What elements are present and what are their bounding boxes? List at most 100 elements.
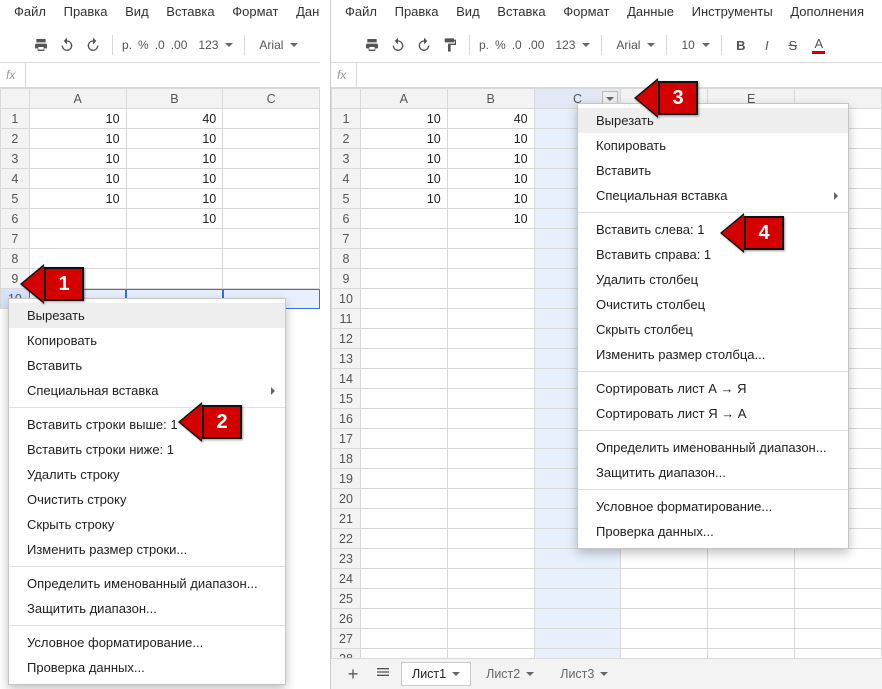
ctx-copy[interactable]: Копировать <box>578 133 848 158</box>
menu-file[interactable]: Файл <box>345 4 377 19</box>
ctx-sort-za[interactable]: Сортировать лист Я → А <box>578 401 848 426</box>
ctx-hide-col[interactable]: Скрыть столбец <box>578 317 848 342</box>
add-sheet-button[interactable]: + <box>341 664 365 685</box>
ctx-protect-range[interactable]: Защитить диапазон... <box>578 460 848 485</box>
ctx-paste-special[interactable]: Специальная вставка <box>9 378 285 403</box>
cell[interactable] <box>447 589 534 609</box>
font-size[interactable]: 10 <box>673 35 714 55</box>
cell[interactable] <box>447 289 534 309</box>
cell[interactable] <box>534 589 621 609</box>
cell[interactable] <box>621 629 708 649</box>
menu-edit[interactable]: Правка <box>395 4 439 19</box>
ctx-sort-az[interactable]: Сортировать лист А → Я <box>578 376 848 401</box>
cell[interactable]: 10 <box>126 129 223 149</box>
cell[interactable] <box>447 629 534 649</box>
ctx-insert-rows-above[interactable]: Вставить строки выше: 1 <box>9 412 285 437</box>
cell[interactable]: 10 <box>360 109 447 129</box>
cell[interactable]: 10 <box>29 169 126 189</box>
undo-icon[interactable] <box>388 35 408 55</box>
cell[interactable] <box>795 569 882 589</box>
cell[interactable] <box>360 549 447 569</box>
cell[interactable] <box>708 569 795 589</box>
row-header[interactable]: 2 <box>332 129 361 149</box>
cell[interactable] <box>29 229 126 249</box>
row-header[interactable]: 24 <box>332 569 361 589</box>
menu-format[interactable]: Формат <box>563 4 609 19</box>
ctx-resize-row[interactable]: Изменить размер строки... <box>9 537 285 562</box>
cell[interactable]: 10 <box>447 209 534 229</box>
row-header[interactable]: 15 <box>332 389 361 409</box>
row-header[interactable]: 7 <box>332 229 361 249</box>
strike-icon[interactable]: S <box>783 35 803 55</box>
cell[interactable] <box>360 469 447 489</box>
cell[interactable] <box>360 429 447 449</box>
row-header[interactable]: 7 <box>1 229 30 249</box>
cell[interactable] <box>795 589 882 609</box>
row-header[interactable]: 3 <box>332 149 361 169</box>
ctx-delete-col[interactable]: Удалить столбец <box>578 267 848 292</box>
column-header[interactable]: A <box>360 89 447 109</box>
row-header[interactable]: 16 <box>332 409 361 429</box>
ctx-paste-special[interactable]: Специальная вставка <box>578 183 848 208</box>
cell[interactable] <box>447 569 534 589</box>
cell[interactable] <box>534 549 621 569</box>
format-currency[interactable]: р. <box>479 38 489 52</box>
row-header[interactable]: 21 <box>332 509 361 529</box>
menu-insert[interactable]: Вставка <box>497 4 545 19</box>
cell[interactable] <box>447 329 534 349</box>
cell[interactable] <box>534 629 621 649</box>
cell[interactable] <box>360 249 447 269</box>
format-more[interactable]: 123 <box>190 35 238 55</box>
cell[interactable] <box>360 329 447 349</box>
cell[interactable]: 10 <box>360 149 447 169</box>
ctx-clear-col[interactable]: Очистить столбец <box>578 292 848 317</box>
redo-icon[interactable] <box>414 35 434 55</box>
cell[interactable] <box>223 189 320 209</box>
cell[interactable] <box>360 409 447 429</box>
font-picker[interactable]: Arial <box>608 35 660 55</box>
ctx-named-range[interactable]: Определить именованный диапазон... <box>578 435 848 460</box>
ctx-insert-left[interactable]: Вставить слева: 1 <box>578 217 848 242</box>
row-header[interactable]: 3 <box>1 149 30 169</box>
row-header[interactable]: 18 <box>332 449 361 469</box>
formula-bar[interactable]: fx <box>0 63 320 88</box>
format-percent[interactable]: % <box>138 38 149 52</box>
cell[interactable] <box>447 269 534 289</box>
column-header[interactable]: B <box>447 89 534 109</box>
cell[interactable]: 10 <box>447 189 534 209</box>
cell[interactable] <box>447 309 534 329</box>
row-header[interactable]: 25 <box>332 589 361 609</box>
menu-edit[interactable]: Правка <box>64 4 108 19</box>
row-header[interactable]: 22 <box>332 529 361 549</box>
menu-view[interactable]: Вид <box>125 4 149 19</box>
ctx-data-validation[interactable]: Проверка данных... <box>9 655 285 680</box>
cell[interactable] <box>223 249 320 269</box>
row-header[interactable]: 26 <box>332 609 361 629</box>
cell[interactable] <box>447 509 534 529</box>
ctx-clear-row[interactable]: Очистить строку <box>9 487 285 512</box>
row-header[interactable]: 17 <box>332 429 361 449</box>
cell[interactable] <box>447 549 534 569</box>
row-header[interactable]: 5 <box>332 189 361 209</box>
cell[interactable] <box>621 549 708 569</box>
cell[interactable]: 10 <box>360 169 447 189</box>
ctx-named-range[interactable]: Определить именованный диапазон... <box>9 571 285 596</box>
cell[interactable] <box>360 389 447 409</box>
sheet-tab-2[interactable]: Лист2 <box>475 662 545 686</box>
cell[interactable]: 10 <box>126 149 223 169</box>
cell[interactable] <box>447 349 534 369</box>
row-context-menu[interactable]: Вырезать Копировать Вставить Специальная… <box>8 298 286 685</box>
row-header[interactable]: 12 <box>332 329 361 349</box>
menu-tools[interactable]: Инструменты <box>692 4 773 19</box>
row-header[interactable]: 19 <box>332 469 361 489</box>
print-icon[interactable] <box>31 35 51 55</box>
cell[interactable]: 10 <box>29 129 126 149</box>
row-header[interactable]: 14 <box>332 369 361 389</box>
cell[interactable] <box>534 609 621 629</box>
format-dec-dec[interactable]: .0 <box>512 38 522 52</box>
cell[interactable] <box>223 109 320 129</box>
cell[interactable] <box>447 489 534 509</box>
ctx-insert-right[interactable]: Вставить справа: 1 <box>578 242 848 267</box>
cell[interactable] <box>708 589 795 609</box>
cell[interactable] <box>360 449 447 469</box>
